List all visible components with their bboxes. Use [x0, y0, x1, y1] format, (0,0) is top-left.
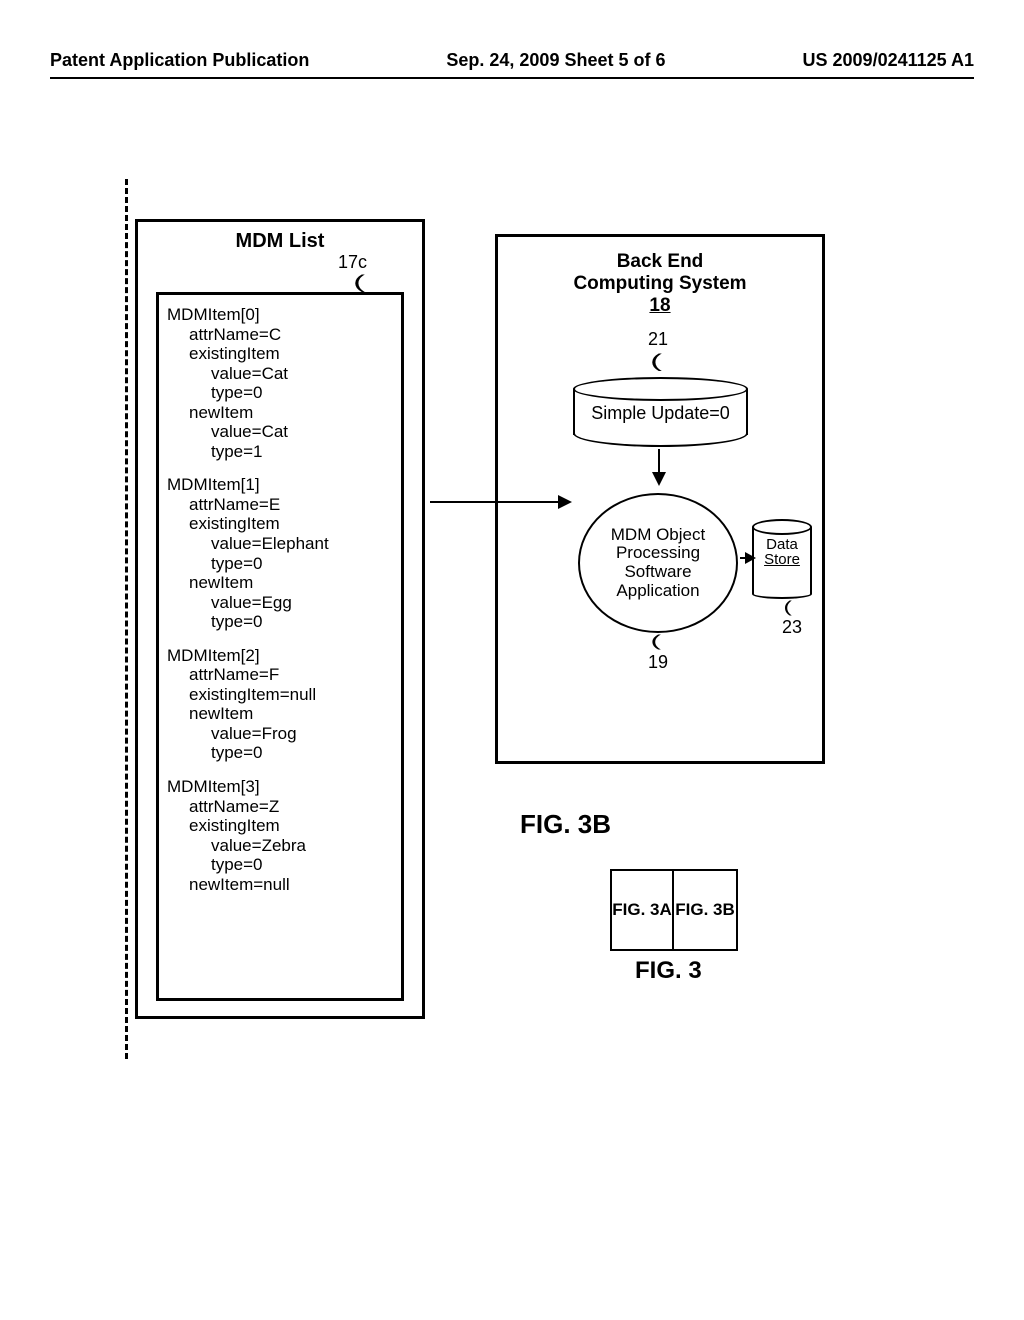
mdm-new-value: value=Frog — [167, 724, 393, 744]
mdm-new-value: value=Cat — [167, 422, 393, 442]
mdm-item: MDMItem[1] attrName=E existingItem value… — [167, 475, 393, 631]
ref-21: 21 — [648, 329, 668, 350]
mdm-new-type: type=0 — [167, 743, 393, 763]
mdm-attr: attrName=Z — [167, 797, 393, 817]
cylinder-top — [573, 377, 748, 401]
cylinder-bottom — [752, 583, 812, 599]
fig-map-cell-3b: FIG. 3B — [674, 871, 736, 949]
mdm-new-label: newItem — [167, 573, 393, 593]
dashed-cut-line — [125, 179, 128, 1059]
backend-title: Back End Computing System 18 — [498, 251, 822, 317]
arrow-update-to-processor — [658, 449, 660, 484]
mdm-new-label: newItem — [167, 704, 393, 724]
header-date-sheet: Sep. 24, 2009 Sheet 5 of 6 — [446, 50, 665, 71]
paren-21: ( — [650, 351, 662, 372]
mdm-list-panel: MDM List 17c ( MDMItem[0] attrName=C exi… — [135, 219, 425, 1019]
mdm-item: MDMItem[2] attrName=F existingItem=null … — [167, 646, 393, 763]
mdm-existing-value: value=Elephant — [167, 534, 393, 554]
mdm-attr: attrName=C — [167, 325, 393, 345]
paren-19: ( — [650, 633, 661, 651]
mdm-existing-label: existingItem — [167, 344, 393, 364]
mdm-existing-type: type=0 — [167, 855, 393, 875]
cylinder-bottom — [573, 423, 748, 447]
page-header: Patent Application Publication Sep. 24, … — [50, 50, 974, 79]
simple-update-label: Simple Update=0 — [573, 403, 748, 424]
mdm-attr: attrName=F — [167, 665, 393, 685]
mdm-attr: attrName=E — [167, 495, 393, 515]
backend-system-box: Back End Computing System 18 21 ( Simple… — [495, 234, 825, 764]
fig-3-label: FIG. 3 — [635, 957, 702, 985]
mdm-existing-type: type=0 — [167, 383, 393, 403]
mdm-new-label: newItem=null — [167, 875, 393, 895]
fig-map-cell-3a: FIG. 3A — [612, 871, 674, 949]
data-store-label: Data Store — [752, 537, 812, 567]
mdm-list-ref: 17c — [338, 252, 367, 273]
mdm-existing-label: existingItem — [167, 816, 393, 836]
mdm-existing-value: value=Cat — [167, 364, 393, 384]
mdm-list-ref-paren: ( — [353, 272, 365, 293]
backend-title-line2: Computing System — [498, 273, 822, 295]
backend-title-line1: Back End — [498, 251, 822, 273]
page: Patent Application Publication Sep. 24, … — [50, 50, 974, 1270]
mdm-new-type: type=1 — [167, 442, 393, 462]
mdm-list-inner: MDMItem[0] attrName=C existingItem value… — [156, 292, 404, 1001]
fig-3b-label: FIG. 3B — [520, 809, 611, 840]
mdm-new-label: newItem — [167, 403, 393, 423]
mdm-new-type: type=0 — [167, 612, 393, 632]
header-patent-number: US 2009/0241125 A1 — [803, 50, 974, 71]
mdm-item-head: MDMItem[0] — [167, 305, 393, 325]
mdm-item: MDMItem[3] attrName=Z existingItem value… — [167, 777, 393, 894]
mdm-processor-oval: MDM Object Processing Software Applicati… — [578, 493, 738, 633]
header-publication: Patent Application Publication — [50, 50, 309, 71]
mdm-new-value: value=Egg — [167, 593, 393, 613]
paren-23: ( — [783, 599, 792, 617]
mdm-processor-label: MDM Object Processing Software Applicati… — [590, 526, 726, 601]
mdm-existing-value: value=Zebra — [167, 836, 393, 856]
backend-id: 18 — [498, 295, 822, 317]
mdm-existing-label: existingItem — [167, 514, 393, 534]
data-store-label-l2: Store — [764, 551, 800, 568]
figure-area: MDM List 17c ( MDMItem[0] attrName=C exi… — [50, 179, 974, 1179]
mdm-item-head: MDMItem[1] — [167, 475, 393, 495]
mdm-item-head: MDMItem[3] — [167, 777, 393, 797]
fig-map-table: FIG. 3A FIG. 3B — [610, 869, 738, 951]
mdm-item: MDMItem[0] attrName=C existingItem value… — [167, 305, 393, 461]
mdm-list-title: MDM List — [148, 230, 412, 253]
cylinder-top — [752, 519, 812, 535]
mdm-item-head: MDMItem[2] — [167, 646, 393, 666]
data-store-cylinder: Data Store — [752, 519, 812, 599]
ref-23: 23 — [782, 617, 802, 638]
mdm-existing-type: type=0 — [167, 554, 393, 574]
ref-19: 19 — [648, 652, 668, 673]
mdm-existing-label: existingItem=null — [167, 685, 393, 705]
simple-update-cylinder: Simple Update=0 — [573, 377, 748, 447]
